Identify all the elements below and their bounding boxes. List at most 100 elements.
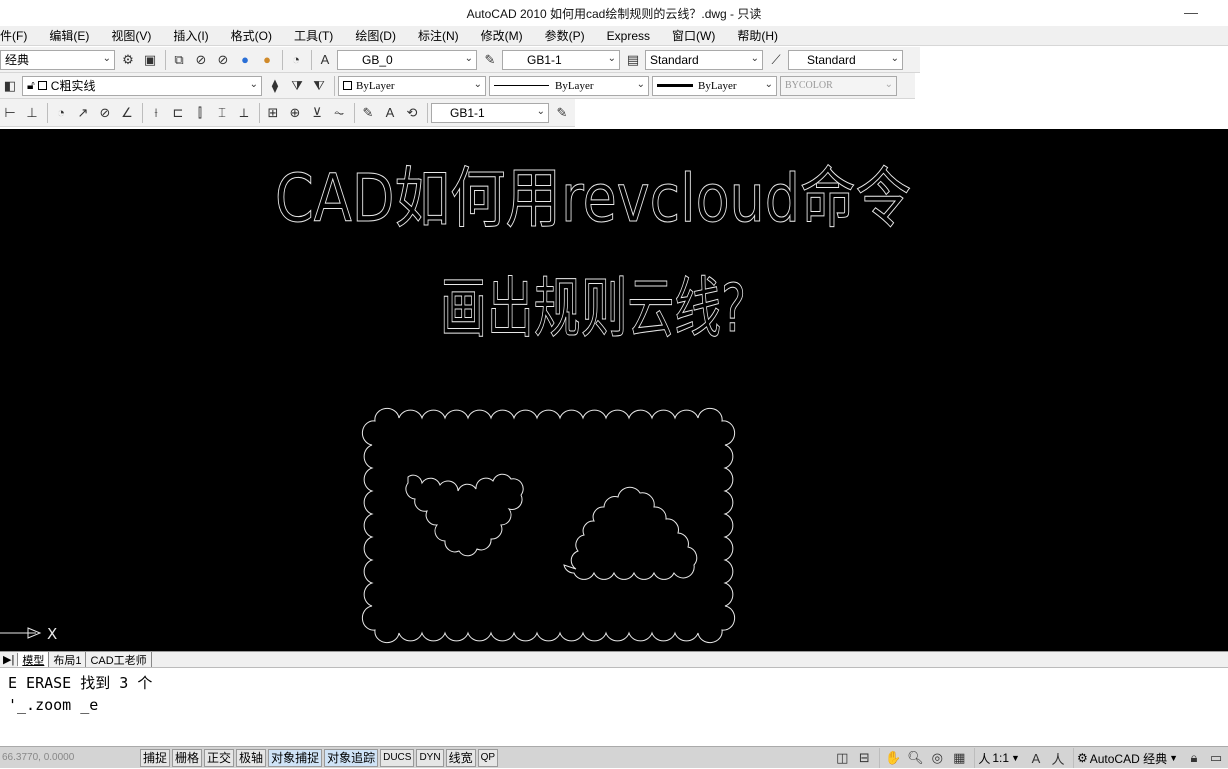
- menu-express[interactable]: Express: [607, 29, 650, 43]
- layer-manager-icon[interactable]: ◧: [0, 76, 20, 96]
- menu-format[interactable]: 格式(O): [231, 27, 272, 44]
- text-style-icon[interactable]: A: [315, 50, 335, 70]
- linetype-preview: [494, 85, 549, 86]
- model-space-icon[interactable]: ◫: [832, 748, 852, 768]
- dim-edit-icon[interactable]: ✎: [358, 103, 378, 123]
- gear-icon[interactable]: ⚙: [118, 50, 138, 70]
- layer-freeze-icon[interactable]: ⊘: [213, 50, 233, 70]
- otrack-toggle[interactable]: 对象追踪: [324, 748, 379, 767]
- layer-select[interactable]: 🔓︎ C粗实线 ⌄: [22, 75, 262, 96]
- ducs-toggle[interactable]: DUCS: [380, 748, 415, 767]
- toolbar-separator: [354, 102, 355, 123]
- pan-icon[interactable]: ✋: [883, 748, 903, 768]
- layer-previous-icon[interactable]: ⧨: [309, 76, 329, 96]
- table-style-icon[interactable]: ▤: [623, 50, 643, 70]
- menu-modify[interactable]: 修改(M): [481, 27, 523, 44]
- center-mark-icon[interactable]: ⊕: [285, 103, 305, 123]
- tab-nav-icon[interactable]: ▶|: [0, 653, 19, 666]
- dim-style-select-2[interactable]: GB1-1 ⌄: [431, 102, 549, 123]
- gear-icon: ⚙: [1076, 751, 1088, 765]
- make-current-layer-icon[interactable]: ⧫: [265, 76, 285, 96]
- minimize-button[interactable]: —: [1184, 4, 1198, 20]
- menu-tools[interactable]: 工具(T): [294, 27, 333, 44]
- tab-model[interactable]: 模型: [18, 651, 50, 668]
- layer-off-icon[interactable]: ⊘: [191, 50, 211, 70]
- dim-diameter-icon[interactable]: ⊘: [95, 103, 115, 123]
- dim-angular-icon[interactable]: ∠: [117, 103, 137, 123]
- menu-insert[interactable]: 插入(I): [173, 27, 208, 44]
- tab-layout1[interactable]: 布局1: [49, 651, 87, 668]
- qp-toggle[interactable]: QP: [477, 748, 499, 767]
- ucs-x-label: X: [47, 625, 57, 643]
- menu-window[interactable]: 窗口(W): [672, 27, 715, 44]
- text-style-select[interactable]: GB_0 ⌄: [337, 49, 477, 70]
- toolbar-separator: [334, 75, 335, 96]
- menu-view[interactable]: 视图(V): [111, 27, 151, 44]
- menu-edit[interactable]: 编辑(E): [49, 27, 89, 44]
- workspace-settings-icon[interactable]: ▣: [140, 50, 160, 70]
- coordinates-readout: 66.3770, 0.0000: [2, 752, 75, 763]
- dim-jogged-icon[interactable]: ↗: [73, 103, 93, 123]
- drawing-canvas[interactable]: CAD如何用revcloud命令 画出规则云线? X: [0, 129, 1228, 651]
- dim-style-icon[interactable]: ✎: [480, 50, 500, 70]
- menu-file[interactable]: 件(F): [0, 27, 27, 44]
- layer-states-icon[interactable]: ⧉: [169, 50, 189, 70]
- layer-match-icon[interactable]: ⧩: [287, 76, 307, 96]
- jogged-linear-icon[interactable]: ⏦: [329, 103, 349, 123]
- linetype-select[interactable]: ByLayer ⌄: [489, 75, 649, 96]
- toolbar-separator: [259, 102, 260, 123]
- showmotion-icon[interactable]: ▦: [949, 748, 969, 768]
- dim-continue-icon[interactable]: ⫿: [190, 103, 210, 123]
- tab-cad-teacher[interactable]: CAD工老师: [86, 651, 152, 668]
- workspace-select[interactable]: 经典 ⌄: [0, 49, 115, 70]
- multileader-style-icon[interactable]: ⟋: [766, 50, 786, 70]
- dim-baseline2-icon[interactable]: ⊏: [168, 103, 188, 123]
- render-sphere-icon[interactable]: ●: [257, 50, 277, 70]
- dim-break-icon[interactable]: ⟂: [234, 103, 254, 123]
- dim-style-select[interactable]: GB1-1 ⌄: [502, 49, 620, 70]
- lineweight-toggle[interactable]: 线宽: [445, 748, 476, 767]
- auto-scale-icon[interactable]: 人: [1048, 748, 1068, 768]
- ortho-toggle[interactable]: 正交: [204, 748, 235, 767]
- dim-text-edit-icon[interactable]: A: [380, 103, 400, 123]
- zoom-icon[interactable]: 🔍︎: [905, 748, 925, 768]
- steeringwheel-icon[interactable]: ◎: [927, 748, 947, 768]
- annotation-visibility-icon[interactable]: A: [1026, 748, 1046, 768]
- inspect-icon[interactable]: ⊻: [307, 103, 327, 123]
- annotation-scale[interactable]: 1:1: [992, 751, 1009, 765]
- menu-help[interactable]: 帮助(H): [737, 27, 778, 44]
- menu-draw[interactable]: 绘图(D): [355, 27, 396, 44]
- dim-style-manager-icon[interactable]: ✎: [552, 103, 572, 123]
- dim-baseline-icon[interactable]: ⊥: [22, 103, 42, 123]
- dim-radius-icon[interactable]: ◔: [51, 103, 71, 123]
- chevron-down-icon: ⌄: [607, 52, 616, 64]
- multileader-style-select[interactable]: Standard ⌄: [788, 49, 903, 70]
- menu-dimension[interactable]: 标注(N): [418, 27, 459, 44]
- snap-toggle[interactable]: 捕捉: [140, 748, 171, 767]
- dyn-toggle[interactable]: DYN: [416, 748, 444, 767]
- chevron-down-icon: ⌄: [884, 78, 893, 90]
- polar-toggle[interactable]: 极轴: [236, 748, 267, 767]
- menu-parametric[interactable]: 参数(P): [545, 27, 585, 44]
- tolerance-icon[interactable]: ⊞: [263, 103, 283, 123]
- toolbar-separator: [974, 748, 976, 768]
- lock-icon[interactable]: 🔒︎: [1184, 748, 1204, 768]
- grid-toggle[interactable]: 栅格: [172, 748, 203, 767]
- blue-sphere-icon[interactable]: ●: [235, 50, 255, 70]
- layout-icon[interactable]: ⊟: [854, 748, 874, 768]
- workspace-switch[interactable]: AutoCAD 经典: [1090, 750, 1167, 767]
- layout-tabs: ▶| 模型 布局1 CAD工老师: [0, 651, 1228, 668]
- dim-space-icon[interactable]: ⌶: [212, 103, 232, 123]
- clean-screen-icon[interactable]: ▭: [1206, 748, 1226, 768]
- quick-dim-icon[interactable]: ⟊: [146, 103, 166, 123]
- layer-previous-icon[interactable]: ◔: [286, 50, 306, 70]
- chevron-down-icon: ⌄: [764, 78, 773, 90]
- table-style-select[interactable]: Standard ⌄: [645, 49, 763, 70]
- toolbar-separator: [282, 49, 283, 70]
- dim-linear-icon[interactable]: ⊢: [0, 103, 20, 123]
- dim-update-icon[interactable]: ⟲: [402, 103, 422, 123]
- command-line[interactable]: E ERASE 找到 3 个 '_.zoom _e: [0, 667, 1228, 745]
- osnap-toggle[interactable]: 对象捕捉: [268, 748, 323, 767]
- lineweight-select[interactable]: ByLayer ⌄: [652, 75, 777, 96]
- color-select[interactable]: ByLayer ⌄: [338, 75, 486, 96]
